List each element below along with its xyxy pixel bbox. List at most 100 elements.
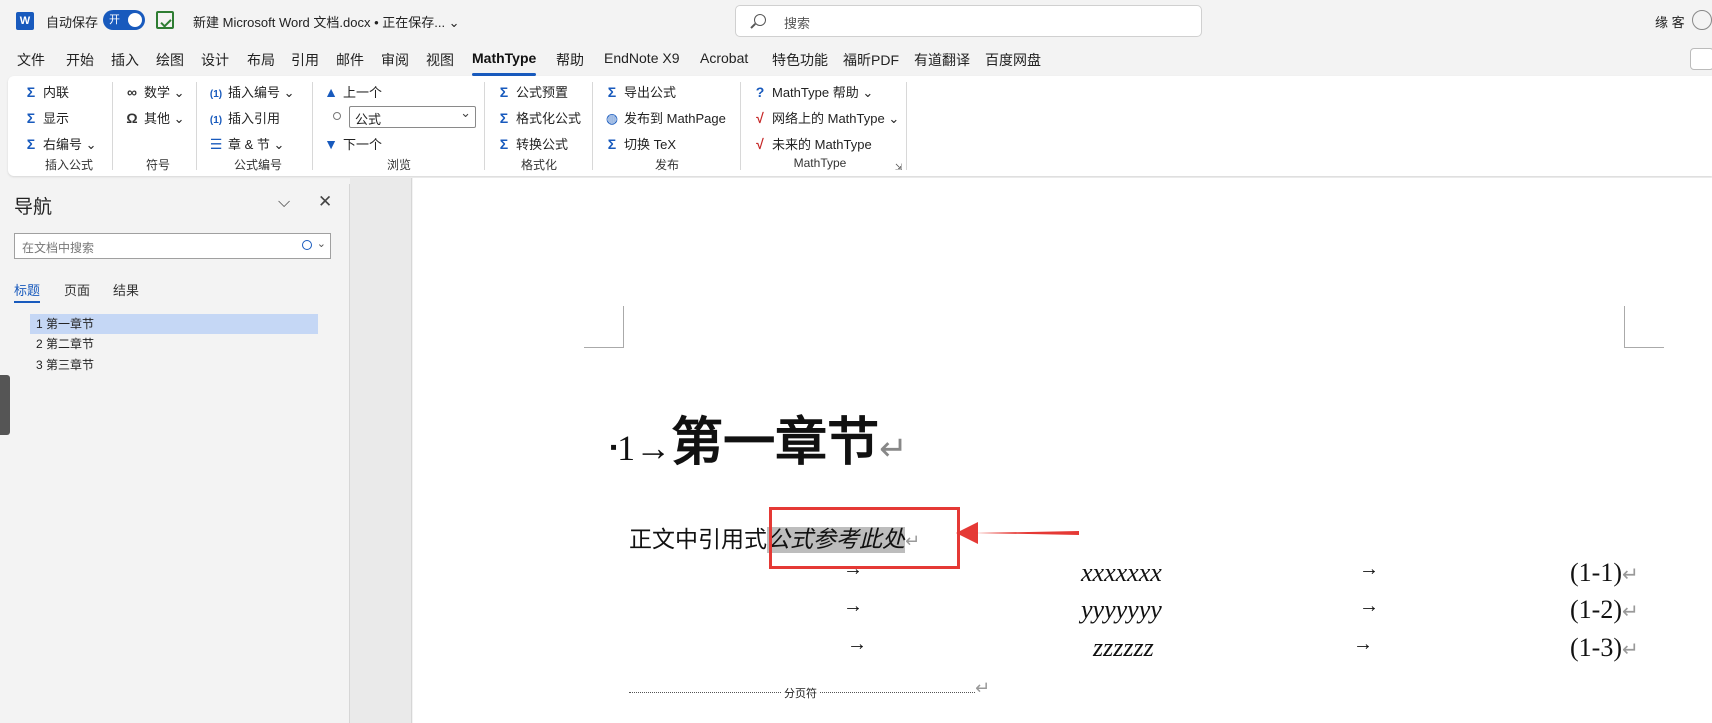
user-name[interactable]: 缘 客: [1655, 12, 1685, 31]
help-icon: ?: [755, 84, 765, 100]
up-triangle-icon: ▲: [324, 84, 338, 100]
chapter-section-button[interactable]: ☰ 章 & 节 ⌄: [208, 134, 285, 153]
nav-heading-item[interactable]: 2 第二章节: [30, 334, 318, 354]
insert-reference-button[interactable]: (1) 插入引用: [208, 108, 280, 127]
search-box[interactable]: 搜索: [735, 5, 1202, 37]
infinity-icon: ∞: [127, 84, 137, 100]
avatar-icon[interactable]: [1692, 10, 1712, 30]
chevron-down-icon: ⌄: [862, 85, 874, 100]
display-label: 显示: [43, 111, 70, 126]
tab-layout[interactable]: 布局: [247, 50, 275, 70]
tab-design[interactable]: 设计: [201, 50, 229, 70]
previous-label: 上一个: [343, 85, 383, 100]
right-numbered-label: 右编号: [43, 137, 83, 152]
save-icon[interactable]: [156, 11, 174, 29]
equation-row[interactable]: → yyyyyyy → (1-2)↵: [413, 595, 1712, 629]
chevron-down-icon[interactable]: ⌵: [278, 194, 290, 212]
nav-tab-results[interactable]: 结果: [113, 280, 139, 299]
side-handle[interactable]: [0, 375, 10, 435]
chevron-down-icon: ⌄: [888, 111, 900, 126]
chapter-section-label: 章 & 节: [228, 137, 270, 152]
tab-acrobat[interactable]: Acrobat: [700, 50, 748, 66]
insert-number-button[interactable]: (1) 插入编号 ⌄: [208, 82, 295, 101]
inline-equation-button[interactable]: Σ 内联: [23, 82, 69, 101]
document-title[interactable]: 新建 Microsoft Word 文档.docx • 正在保存... ⌄: [193, 12, 460, 31]
math-symbols-button[interactable]: ∞ 数学 ⌄: [124, 82, 185, 101]
crop-mark-right: [1624, 306, 1664, 348]
preferences-label: 公式预置: [516, 85, 569, 100]
publish-mathpage-button[interactable]: ◍ 发布到 MathPage: [604, 108, 726, 127]
nav-heading-item[interactable]: 1 第一章节: [30, 314, 318, 334]
display-equation-button[interactable]: Σ 显示: [23, 108, 69, 127]
heading-1[interactable]: ▪1→第一章节↵: [610, 400, 908, 475]
tab-view[interactable]: 视图: [426, 50, 454, 70]
future-mathtype-button[interactable]: √ 未来的 MathType: [752, 134, 872, 153]
sigma-icon: Σ: [26, 136, 36, 152]
search-icon[interactable]: [302, 240, 312, 250]
equation[interactable]: zzzzzz: [1093, 633, 1154, 663]
heading-text: 第一章节: [671, 415, 880, 472]
mathtype-online-button[interactable]: √ 网络上的 MathType ⌄: [752, 108, 899, 127]
paragraph-mark: ↵: [1621, 639, 1639, 661]
online-label: 网络上的 MathType: [772, 111, 885, 126]
tab-insert[interactable]: 插入: [111, 50, 139, 70]
previous-button[interactable]: ▲ 上一个: [323, 82, 382, 101]
autosave-toggle[interactable]: 开: [103, 10, 145, 30]
tab-endnote[interactable]: EndNote X9: [604, 50, 680, 66]
nav-search-input[interactable]: 在文档中搜索 ⌄: [14, 233, 331, 259]
nav-heading-item[interactable]: 3 第三章节: [30, 355, 318, 375]
equation-row[interactable]: → xxxxxxx → (1-1)↵: [413, 558, 1712, 592]
equation-number: (1-2)↵: [1570, 595, 1639, 625]
ribbon-tabs: 文件 开始 插入 绘图 设计 布局 引用 邮件 审阅 视图 MathType 帮…: [0, 44, 1712, 76]
down-triangle-icon: ▼: [324, 136, 338, 152]
web-icon: √: [756, 110, 764, 126]
tab-file[interactable]: 文件: [17, 50, 45, 70]
format-equations-button[interactable]: Σ 格式化公式: [496, 108, 581, 127]
convert-equations-button[interactable]: Σ 转换公式: [496, 134, 568, 153]
tab-mark: →: [843, 595, 863, 617]
export-equations-button[interactable]: Σ 导出公式: [604, 82, 676, 101]
tab-youdao[interactable]: 有道翻译: [914, 50, 970, 70]
paragraph-mark: ↵: [1621, 564, 1639, 586]
tab-mathtype[interactable]: MathType: [472, 50, 537, 76]
group-divider: [906, 82, 907, 170]
equation-row[interactable]: → zzzzzz → (1-3)↵: [413, 633, 1712, 667]
dialog-launcher-icon[interactable]: ⇲: [895, 162, 903, 173]
tab-help[interactable]: 帮助: [556, 50, 584, 70]
tab-references[interactable]: 引用: [291, 50, 319, 70]
chevron-down-icon[interactable]: ⌄: [317, 237, 326, 250]
search-placeholder: 搜索: [784, 16, 811, 31]
equation[interactable]: yyyyyyy: [1081, 595, 1162, 625]
equation[interactable]: xxxxxxx: [1081, 558, 1162, 588]
tab-features[interactable]: 特色功能: [772, 50, 828, 70]
tab-mark: →: [1359, 595, 1379, 617]
tab-foxit-pdf[interactable]: 福昕PDF: [843, 50, 899, 70]
next-button[interactable]: ▼ 下一个: [323, 134, 382, 153]
crop-mark-left: [584, 306, 624, 348]
nav-title: 导航: [14, 197, 53, 218]
tab-draw[interactable]: 绘图: [156, 50, 184, 70]
browse-radio[interactable]: [333, 112, 341, 120]
close-icon[interactable]: ✕: [318, 192, 332, 212]
chevron-down-icon: ⌄: [173, 111, 185, 126]
group-label-symbols: 符号: [145, 158, 170, 172]
equation-preferences-button[interactable]: Σ 公式预置: [496, 82, 568, 101]
toggle-tex-button[interactable]: Σ 切换 TeX: [604, 134, 676, 153]
tab-home[interactable]: 开始: [66, 50, 94, 70]
tab-mailings[interactable]: 邮件: [336, 50, 364, 70]
page-break: 分页符: [629, 685, 975, 701]
tex-icon: Σ: [607, 136, 617, 152]
paragraph-mark: ↵: [1621, 601, 1639, 623]
browse-type-select[interactable]: 公式: [349, 105, 476, 128]
comments-button[interactable]: [1690, 48, 1712, 70]
tab-review[interactable]: 审阅: [381, 50, 409, 70]
right-numbered-button[interactable]: Σ 右编号 ⌄: [23, 134, 97, 153]
document-page[interactable]: ▪1→第一章节↵ 正文中引用式公式参考此处↵ → xxxxxxx → (1-1)…: [413, 178, 1712, 723]
nav-tab-pages[interactable]: 页面: [64, 280, 90, 299]
nav-tab-headings[interactable]: 标题: [14, 280, 41, 303]
mathtype-help-button[interactable]: ? MathType 帮助 ⌄: [752, 82, 874, 101]
sigma-icon: Σ: [499, 136, 509, 152]
tab-baidu-netdisk[interactable]: 百度网盘: [985, 50, 1041, 70]
tab-mark: →: [847, 633, 867, 655]
other-symbols-button[interactable]: Ω 其他 ⌄: [124, 108, 185, 127]
